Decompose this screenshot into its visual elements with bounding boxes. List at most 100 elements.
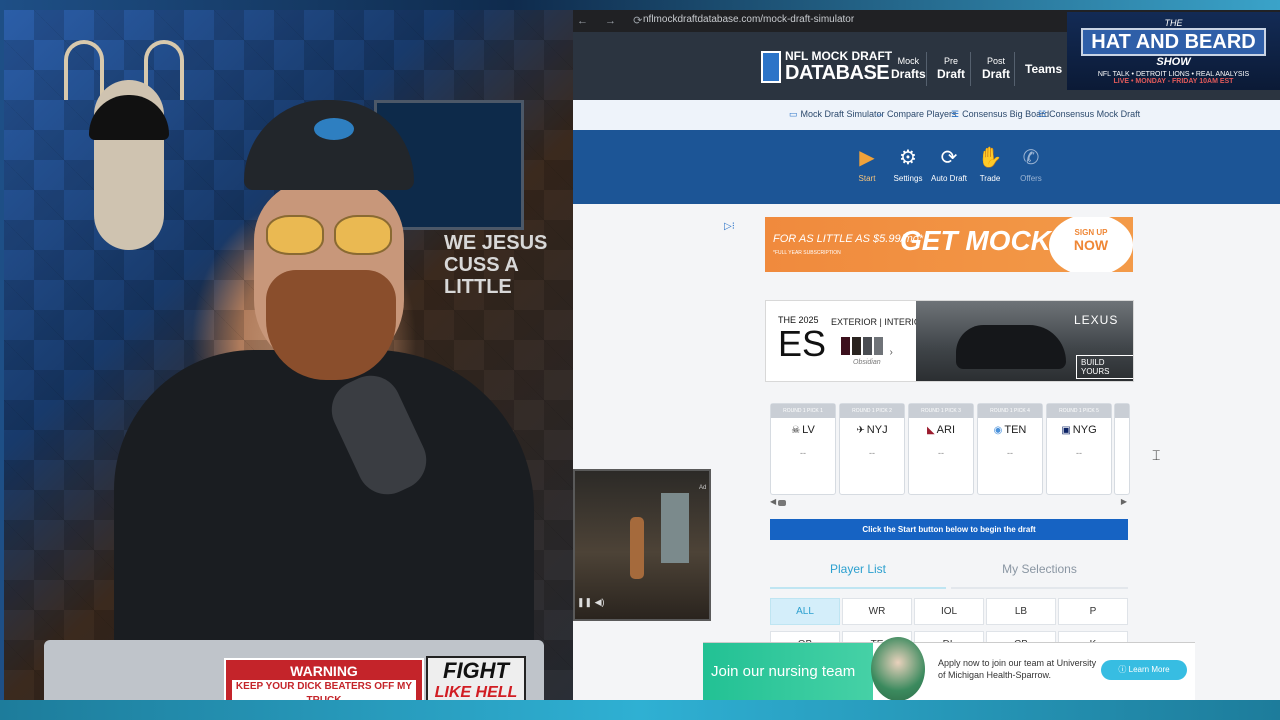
monitor-icon: ▭ [789,109,798,119]
hat-and-beard-banner: THE HAT AND BEARD SHOW NFL TALK • DETROI… [1067,12,1280,90]
pick-header: ROUND 1 PICK 3 [909,404,973,418]
tool-label: Trade [979,174,1001,183]
team-logo-icon: ▣ [1061,425,1071,436]
start-notice: Click the Start button below to begin th… [770,519,1128,540]
phone-icon: ✆ [1022,147,1040,169]
color-swatch[interactable] [874,337,883,355]
scroll-right-icon[interactable]: ▶ [1121,497,1127,506]
browser-nav-icons[interactable]: ← → ⟳ [577,14,649,27]
subnav-label: Consensus Mock Draft [1049,109,1141,119]
nav-teams[interactable]: Teams [1025,62,1062,76]
auto-draft-button[interactable]: ⟳ Auto Draft [929,146,969,183]
ad-headline: GET MOCK+ [900,225,1068,256]
floating-video-ad[interactable]: Ad ❚❚ ◀) [573,469,711,621]
tab-my-selections[interactable]: My Selections [951,556,1128,589]
trade-button[interactable]: ✋ Trade [970,146,1010,183]
subnav-compare-players[interactable]: ⇔ Compare Players [875,109,957,119]
streamer-beard [266,270,396,380]
position-filter-all[interactable]: ALL [770,598,840,625]
banner-tagline: NFL TALK • DETROIT LIONS • REAL ANALYSIS [1097,71,1250,78]
subnav-label: Compare Players [887,109,957,119]
nav-mock-drafts[interactable]: Mock Drafts [891,56,926,81]
stream-bottom-band [0,700,1280,720]
lexus-brand: LEXUS [1074,313,1119,327]
subnav-mock-draft-simulator[interactable]: ▭ Mock Draft Simulator [789,109,885,120]
adchoices-icon[interactable]: ▷⁝ [724,221,735,232]
tab-player-list[interactable]: Player List [770,556,946,589]
start-button[interactable]: ▶ Start [847,146,887,183]
lexus-ad[interactable]: THE 2025 ES EXTERIOR | INTERIOR Obsidian… [765,300,1134,382]
lexus-color-picker: EXTERIOR | INTERIOR Obsidian [831,317,927,366]
subnav-consensus-big-board[interactable]: ☰ Consensus Big Board [951,109,1049,120]
pick-card[interactable]: ROUND 1 PICK 3 ◣ ARI -- [908,403,974,495]
pick-header: ROUND 1 PICK 1 [771,404,835,418]
color-swatch[interactable] [863,337,872,355]
car-image [956,325,1066,369]
nav-divider [1014,52,1015,86]
color-swatch[interactable] [852,337,861,355]
team-logo-icon: ◉ [993,425,1003,436]
learn-more-label: Learn More [1128,665,1170,674]
learn-more-button[interactable]: ⓘ Learn More [1101,660,1187,680]
nav-post-draft[interactable]: Post Draft [982,56,1010,81]
scroll-thumb[interactable] [778,500,786,506]
build-yours-button[interactable]: BUILD YOURS [1076,355,1133,379]
offers-button[interactable]: ✆ Offers [1011,146,1051,183]
pick-player: -- [800,448,806,458]
pick-card[interactable] [1114,403,1130,495]
antler [64,40,104,100]
ad-fine-print: *FULL YEAR SUBSCRIPTION [773,250,841,256]
site-logo[interactable]: NFL MOCK DRAFT DATABASE [761,49,892,89]
pick-player: -- [1076,448,1082,458]
nav-label: Teams [1025,62,1063,76]
nav-label: Draft [982,67,1011,81]
position-filter-p[interactable]: P [1058,598,1128,625]
draft-board: ROUND 1 PICK 1 ☠ LV -- ROUND 1 PICK 2 ✈ NY… [770,403,1130,495]
sub-navigation: ▭ Mock Draft Simulator ⇔ Compare Players ☰… [573,100,1280,130]
subnav-label: Consensus Big Board [962,109,1050,119]
pick-header: ROUND 1 PICK 2 [840,404,904,418]
team-abbr: NYG [1072,424,1097,436]
banner-show: SHOW [1156,56,1191,68]
logo-icon [761,51,781,83]
get-mock-plus-ad[interactable]: FOR AS LITTLE AS $5.99/mo* *FULL YEAR SU… [765,217,1133,272]
lexus-color-name: Obsidian [853,359,881,366]
banner-title: HAT AND BEARD [1081,28,1266,56]
nav-label-top: Pre [944,56,959,66]
draft-toolbar: ▶ Start ⚙ Settings ⟳ Auto Draft ✋ Trade … [573,130,1280,204]
banner-the: THE [1164,18,1183,28]
chevron-right-icon[interactable]: › [889,347,892,358]
nav-divider [926,52,927,86]
pick-card[interactable]: ROUND 1 PICK 2 ✈ NYJ -- [839,403,905,495]
lexus-tabs[interactable]: EXTERIOR | INTERIOR [831,317,927,327]
color-swatches[interactable]: › [841,337,895,360]
nurses-photo [871,637,925,700]
tool-label: Auto Draft [930,174,967,183]
pause-mute-icons[interactable]: ❚❚ ◀) [577,597,605,608]
ad-cta-top: SIGN UP [1074,228,1108,237]
pick-team: ▣ NYG [1047,424,1111,436]
nav-pre-draft[interactable]: Pre Draft [937,56,965,81]
color-swatch[interactable] [841,337,850,355]
pick-card[interactable]: ROUND 1 PICK 5 ▣ NYG -- [1046,403,1112,495]
nursing-ad-body: Apply now to join our team at University… [938,658,1097,680]
compare-icon: ⇔ [875,109,884,119]
lexus-car-image: LEXUS BUILD YOURS [916,301,1133,381]
settings-button[interactable]: ⚙ Settings [888,146,928,183]
fight-sticker-title: FIGHT [443,658,509,683]
position-filter-lb[interactable]: LB [986,598,1056,625]
url-field[interactable]: nflmockdraftdatabase.com/mock-draft-simu… [643,14,854,25]
nav-label: Draft [937,67,966,81]
sign-up-now-button[interactable]: SIGN UP NOW [1049,217,1133,272]
scroll-left-icon[interactable]: ◀ [770,497,776,506]
pick-card[interactable]: ROUND 1 PICK 4 ◉ TEN -- [977,403,1043,495]
warning-sticker-title: WARNING [290,663,358,679]
nursing-ad-banner[interactable]: Join our nursing team Apply now to join … [703,637,1195,700]
draft-board-scrollbar[interactable]: ◀ ▶ [770,497,1127,508]
position-filter-wr[interactable]: WR [842,598,912,625]
pick-card[interactable]: ROUND 1 PICK 1 ☠ LV -- [770,403,836,495]
banner-schedule: LIVE • MONDAY - FRIDAY 10AM EST [1113,78,1234,85]
subnav-consensus-mock-draft[interactable]: ☷ Consensus Mock Draft [1038,109,1140,120]
position-filter-iol[interactable]: IOL [914,598,984,625]
nav-divider [970,52,971,86]
